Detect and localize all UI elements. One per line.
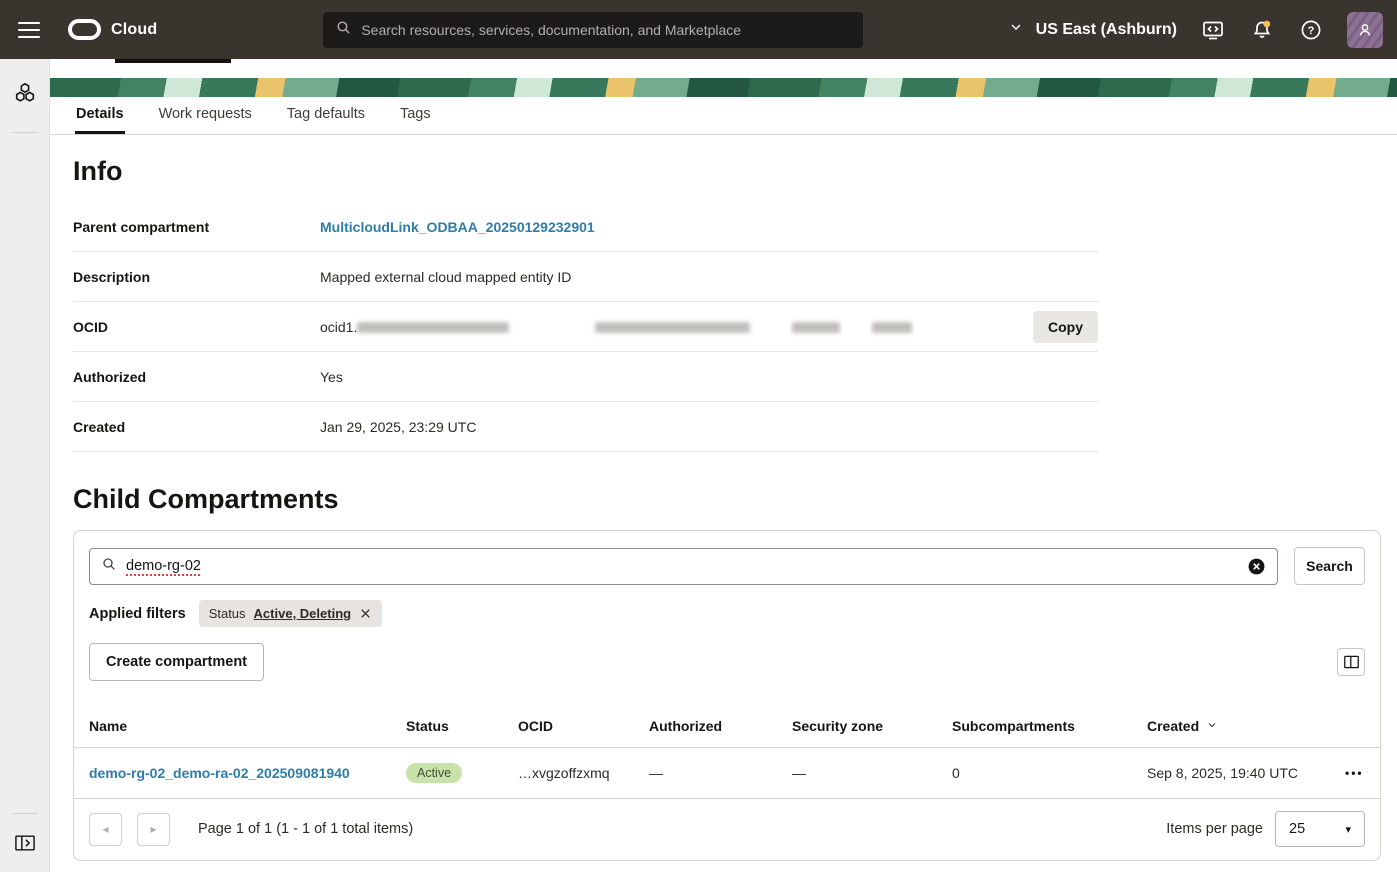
- search-query-text: demo-rg-02: [126, 558, 201, 574]
- column-header-authorized: Authorized: [649, 718, 792, 734]
- field-label: Authorized: [73, 369, 320, 385]
- chip-value[interactable]: Active, Deleting: [254, 606, 352, 621]
- items-per-page-label: Items per page: [1166, 821, 1263, 837]
- status-badge: Active: [406, 763, 462, 783]
- info-heading: Info: [73, 154, 1397, 188]
- column-header-created[interactable]: Created: [1147, 718, 1341, 734]
- redacted-ocid-segment: [595, 322, 750, 333]
- previous-page-button[interactable]: ◂: [89, 813, 122, 846]
- ocid-value: ocid1. Copy: [320, 311, 1098, 343]
- hamburger-menu-icon[interactable]: [18, 22, 40, 38]
- column-header-security-zone: Security zone: [792, 718, 952, 734]
- parent-compartment-link[interactable]: MulticloudLink_ODBAA_20250129232901: [320, 219, 595, 235]
- scrolled-title-fragment: [115, 59, 231, 63]
- sort-chevron-down-icon: [1206, 718, 1218, 734]
- main-area: Info Parent compartment MulticloudLink_O…: [50, 136, 1397, 872]
- next-page-button[interactable]: ▸: [137, 813, 170, 846]
- search-icon: [335, 19, 352, 41]
- region-label: US East (Ashburn): [1036, 21, 1177, 39]
- select-caret-icon: ▾: [1345, 823, 1351, 836]
- tab-work-requests[interactable]: Work requests: [158, 97, 253, 134]
- expand-panel-icon[interactable]: [14, 833, 36, 858]
- status-filter-chip[interactable]: Status Active, Deleting: [199, 600, 382, 627]
- tab-tag-defaults[interactable]: Tag defaults: [286, 97, 366, 134]
- column-header-status: Status: [406, 718, 518, 734]
- column-header-ocid: OCID: [518, 718, 649, 734]
- compartment-search-row: demo-rg-02 Search: [74, 547, 1380, 585]
- field-parent-compartment: Parent compartment MulticloudLink_ODBAA_…: [73, 202, 1098, 252]
- chip-prefix: Status: [209, 606, 246, 621]
- field-label: Created: [73, 419, 320, 435]
- left-rail: [0, 59, 50, 872]
- cell-created: Sep 8, 2025, 19:40 UTC: [1147, 765, 1341, 781]
- global-search-input[interactable]: [361, 22, 851, 38]
- create-compartment-button[interactable]: Create compartment: [89, 643, 264, 681]
- applied-filters-row: Applied filters Status Active, Deleting: [74, 600, 1380, 627]
- description-value: Mapped external cloud mapped entity ID: [320, 269, 1098, 285]
- cell-security-zone: —: [792, 765, 952, 781]
- decorative-banner: [50, 78, 1397, 97]
- applied-filters-label: Applied filters: [89, 606, 186, 622]
- remove-filter-icon[interactable]: [359, 607, 372, 620]
- copy-ocid-button[interactable]: Copy: [1033, 311, 1098, 343]
- brand-logo[interactable]: Cloud: [68, 19, 157, 40]
- field-label: Description: [73, 269, 320, 285]
- items-per-page-value: 25: [1289, 821, 1305, 837]
- redacted-ocid-segment: [872, 322, 912, 333]
- column-header-subcompartments: Subcompartments: [952, 718, 1147, 734]
- top-header-bar: Cloud US East (Ashburn) ?: [0, 0, 1397, 59]
- table-row: demo-rg-02_demo-ra-02_202509081940 Activ…: [74, 748, 1380, 799]
- page-content: Details Work requests Tag defaults Tags …: [50, 59, 1397, 872]
- table-actions-row: Create compartment: [74, 643, 1380, 681]
- column-settings-icon[interactable]: [1337, 648, 1365, 676]
- tab-details[interactable]: Details: [75, 97, 125, 134]
- compartments-icon[interactable]: [13, 81, 37, 110]
- global-search-bar[interactable]: [323, 12, 863, 48]
- created-value: Jan 29, 2025, 23:29 UTC: [320, 419, 1098, 435]
- child-compartments-panel: demo-rg-02 Search Applied filters Status…: [73, 530, 1381, 861]
- pagination-bar: ◂ ▸ Page 1 of 1 (1 - 1 of 1 total items)…: [74, 799, 1380, 860]
- field-authorized: Authorized Yes: [73, 352, 1098, 402]
- field-label: Parent compartment: [73, 219, 320, 235]
- field-created: Created Jan 29, 2025, 23:29 UTC: [73, 402, 1098, 452]
- tab-tags[interactable]: Tags: [399, 97, 432, 134]
- rail-divider: [12, 813, 38, 814]
- rail-divider: [12, 132, 38, 133]
- clear-search-icon[interactable]: [1247, 557, 1266, 576]
- brand-name: Cloud: [111, 21, 157, 39]
- search-icon: [101, 556, 117, 577]
- compartment-search-input[interactable]: demo-rg-02: [89, 548, 1278, 585]
- field-description: Description Mapped external cloud mapped…: [73, 252, 1098, 302]
- items-per-page-control: Items per page 25 ▾: [1166, 811, 1365, 847]
- authorized-value: Yes: [320, 369, 1098, 385]
- cell-authorized: —: [649, 765, 792, 781]
- info-field-list: Parent compartment MulticloudLink_ODBAA_…: [73, 202, 1098, 452]
- compartment-name-link[interactable]: demo-rg-02_demo-ra-02_202509081940: [89, 765, 350, 781]
- detail-tabs: Details Work requests Tag defaults Tags: [50, 97, 1397, 135]
- row-actions-menu-icon[interactable]: •••: [1345, 766, 1364, 780]
- child-compartments-heading: Child Compartments: [73, 482, 1397, 516]
- cell-subcompartments: 0: [952, 765, 1147, 781]
- redacted-ocid-segment: [357, 322, 509, 333]
- oracle-logo-icon: [68, 19, 101, 40]
- header-actions: US East (Ashburn) ?: [1008, 12, 1383, 48]
- svg-text:?: ?: [1308, 25, 1315, 37]
- field-ocid: OCID ocid1. Copy: [73, 302, 1098, 352]
- field-label: OCID: [73, 319, 320, 335]
- region-selector[interactable]: US East (Ashburn): [1008, 19, 1177, 40]
- chevron-down-icon: [1008, 19, 1024, 40]
- redacted-ocid-segment: [792, 322, 840, 333]
- user-avatar[interactable]: [1347, 12, 1383, 48]
- items-per-page-select[interactable]: 25 ▾: [1275, 811, 1365, 847]
- notifications-bell-icon[interactable]: [1249, 17, 1275, 43]
- page-info-text: Page 1 of 1 (1 - 1 of 1 total items): [198, 821, 413, 837]
- search-button[interactable]: Search: [1294, 547, 1365, 585]
- help-icon[interactable]: ?: [1298, 17, 1324, 43]
- column-header-name: Name: [89, 718, 406, 734]
- table-header-row: Name Status OCID Authorized Security zon…: [74, 705, 1380, 748]
- cell-ocid: …xvgzoffzxmq: [518, 765, 649, 781]
- cloud-shell-icon[interactable]: [1200, 17, 1226, 43]
